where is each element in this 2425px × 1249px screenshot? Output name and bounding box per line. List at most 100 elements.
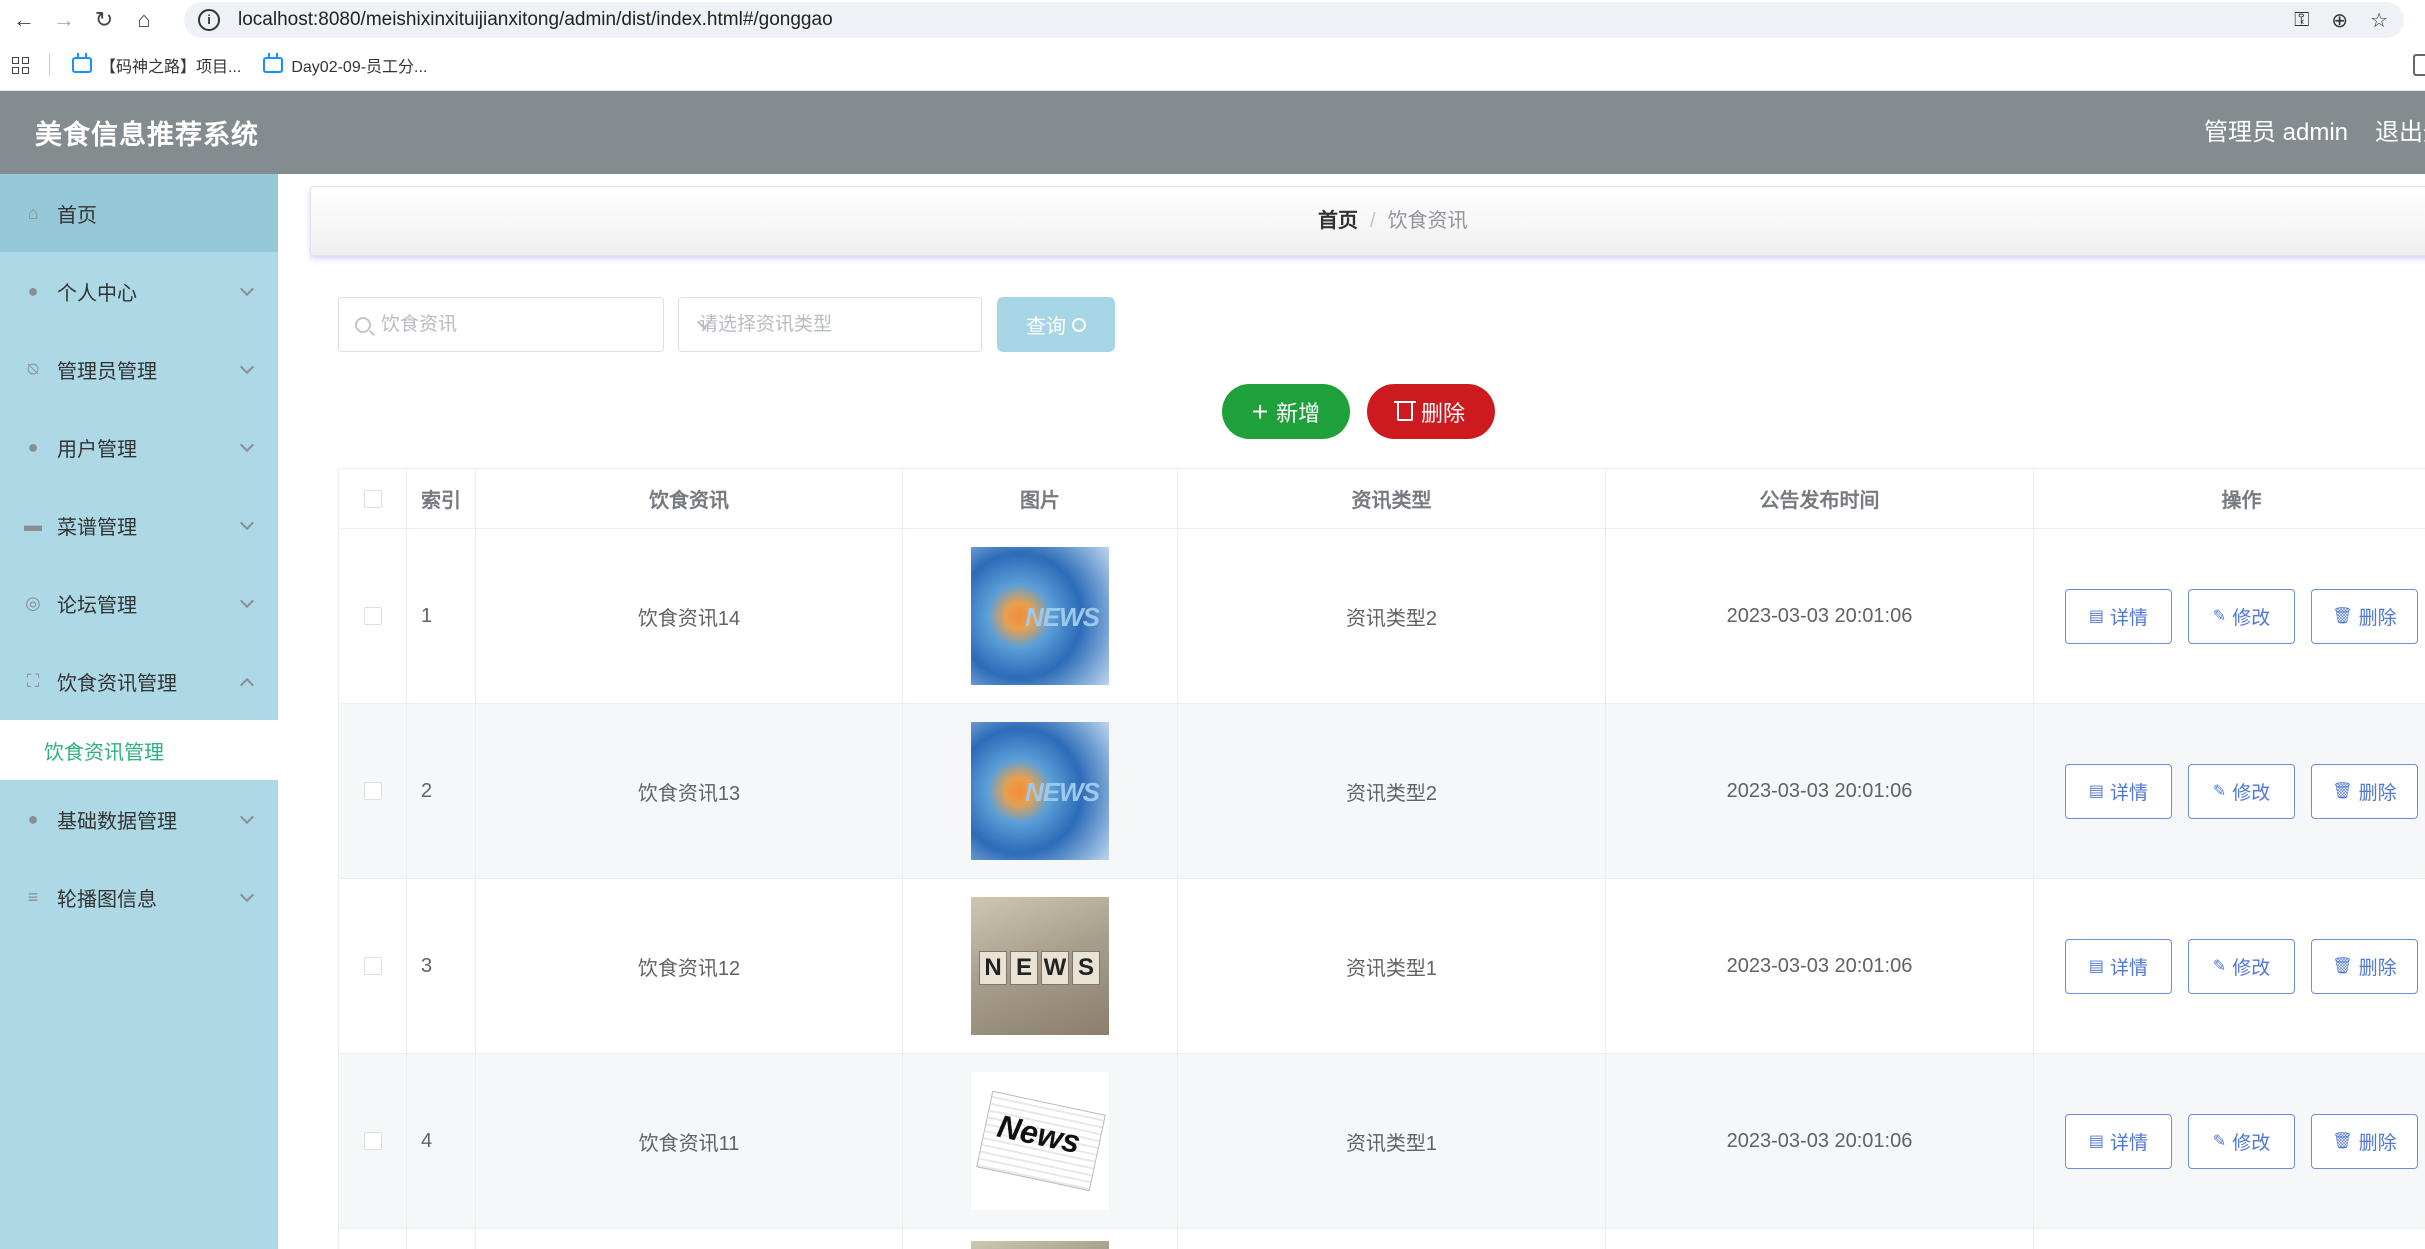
- sidebar: ⌂ 首页 ● 个人中心 ⍉ 管理员管理 ● 用户管理 ▬ 菜谱管理 ◎ 论坛管理…: [0, 174, 278, 1249]
- user-icon: ●: [27, 280, 39, 301]
- row-actions: ▤ 详情 ✎ 修改 🗑 删除: [2034, 704, 2425, 878]
- search-input[interactable]: [381, 313, 641, 336]
- detail-button[interactable]: ▤ 详情: [2065, 1113, 2172, 1169]
- current-user: 管理员 admin: [2204, 119, 2349, 146]
- search-field[interactable]: [338, 297, 664, 352]
- document-icon: ▤: [2088, 1133, 2105, 1150]
- edit-icon: ✎: [2212, 1133, 2227, 1150]
- breadcrumb-home[interactable]: 首页: [1318, 210, 1358, 232]
- zoom-icon[interactable]: ⊕: [2331, 8, 2348, 33]
- breadcrumb-separator: /: [1370, 210, 1376, 232]
- sidebar-item-home[interactable]: ⌂ 首页: [0, 174, 278, 252]
- news-thumbnail[interactable]: NEWS: [971, 722, 1109, 860]
- home-icon: ⌂: [27, 202, 39, 223]
- row-time: 2023-03-03 20:01:06: [1606, 1054, 2034, 1228]
- select-all-checkbox[interactable]: [363, 489, 382, 508]
- row-checkbox[interactable]: [363, 957, 382, 975]
- sidebar-item-label: 个人中心: [57, 282, 137, 305]
- address-bar[interactable]: i localhost:8080/meishixinxituijianxiton…: [184, 2, 2404, 38]
- delete-label: 删除: [2358, 957, 2397, 979]
- add-button[interactable]: + 新增: [1222, 384, 1350, 439]
- news-type-select[interactable]: 请选择资讯类型: [678, 297, 982, 352]
- sidebar-item-recipe-management[interactable]: ▬ 菜谱管理: [0, 486, 278, 564]
- table-row: 1 饮食资讯14 NEWS 资讯类型2 2023-03-03 20:01:06 …: [339, 529, 2425, 704]
- forward-icon[interactable]: →: [48, 4, 80, 36]
- news-thumbnail[interactable]: NEWS: [971, 547, 1109, 685]
- sidebar-item-label: 首页: [57, 204, 97, 227]
- row-type: 资讯类型1: [1178, 879, 1606, 1053]
- home-icon[interactable]: ⌂: [128, 4, 160, 36]
- bookmark-label: 【码神之路】项目...: [100, 59, 242, 76]
- edit-icon: ✎: [2212, 783, 2227, 800]
- query-button[interactable]: 查询: [997, 297, 1115, 352]
- sidebar-item-base-data-management[interactable]: ● 基础数据管理: [0, 780, 278, 858]
- bookmark-item[interactable]: Day02-09-员工分...: [263, 53, 427, 77]
- apps-icon[interactable]: [12, 56, 29, 74]
- delete-button[interactable]: 🗑 删除: [2311, 588, 2418, 644]
- news-table: 索引 饮食资讯 图片 资讯类型 公告发布时间 操作 1 饮食资讯14 NEWS …: [338, 468, 2425, 1249]
- edit-button[interactable]: ✎ 修改: [2188, 588, 2295, 644]
- delete-button[interactable]: 🗑 删除: [2311, 1113, 2418, 1169]
- column-header-index: 索引: [407, 469, 476, 528]
- back-icon[interactable]: ←: [8, 4, 40, 36]
- row-type: 资讯类型2: [1178, 529, 1606, 703]
- add-button-label: 新增: [1276, 400, 1321, 426]
- breadcrumb-current: 饮食资讯: [1387, 210, 1468, 232]
- detail-button[interactable]: ▤ 详情: [2065, 588, 2172, 644]
- row-index: 3: [407, 879, 476, 1053]
- sidebar-item-carousel-info[interactable]: ≡ 轮播图信息: [0, 858, 278, 936]
- detail-button[interactable]: ▤ 详情: [2065, 763, 2172, 819]
- edit-button[interactable]: ✎ 修改: [2188, 1113, 2295, 1169]
- row-title: 饮食资讯13: [476, 704, 903, 878]
- sidebar-item-admin-management[interactable]: ⍉ 管理员管理: [0, 330, 278, 408]
- logout-link[interactable]: 退出登录: [2375, 91, 2425, 174]
- url-text[interactable]: localhost:8080/meishixinxituijianxitong/…: [238, 9, 833, 31]
- plus-icon: +: [1251, 395, 1269, 427]
- bell-off-icon: ⍉: [27, 358, 39, 379]
- row-index: [407, 1229, 476, 1249]
- header-checkbox-cell: [339, 469, 407, 528]
- breadcrumb-bar: 首页 / 饮食资讯: [310, 186, 2425, 256]
- delete-button[interactable]: 🗑 删除: [2311, 763, 2418, 819]
- delete-button[interactable]: 🗑 删除: [2311, 938, 2418, 994]
- trash-icon: 🗑: [2332, 1133, 2353, 1150]
- detail-button[interactable]: ▤ 详情: [2065, 938, 2172, 994]
- row-title: [476, 1229, 903, 1249]
- news-thumbnail[interactable]: NEWS: [971, 897, 1109, 1035]
- select-placeholder: 请选择资讯类型: [699, 314, 833, 335]
- row-type: 资讯类型2: [1178, 704, 1606, 878]
- edit-button[interactable]: ✎ 修改: [2188, 763, 2295, 819]
- sidebar-item-user-management[interactable]: ● 用户管理: [0, 408, 278, 486]
- bookmark-item[interactable]: 【码神之路】项目...: [72, 53, 241, 77]
- star-icon[interactable]: ☆: [2370, 8, 2388, 33]
- sidebar-item-personal-center[interactable]: ● 个人中心: [0, 252, 278, 330]
- reload-icon[interactable]: ↻: [88, 4, 120, 36]
- other-bookmarks-icon[interactable]: [2413, 54, 2425, 76]
- news-thumbnail[interactable]: News: [971, 1072, 1109, 1210]
- sidebar-item-forum-management[interactable]: ◎ 论坛管理: [0, 564, 278, 642]
- row-actions: ▤ 详情 ✎ 修改 🗑 删除: [2034, 879, 2425, 1053]
- sidebar-item-news-management[interactable]: ⛶ 饮食资讯管理: [0, 642, 278, 720]
- search-icon: [355, 316, 371, 333]
- row-checkbox[interactable]: [363, 782, 382, 800]
- row-actions: ▤ 详情 ✎ 修改 🗑 删除: [2034, 1054, 2425, 1228]
- batch-delete-button[interactable]: 删除: [1367, 384, 1495, 439]
- news-thumbnail[interactable]: [971, 1241, 1109, 1249]
- row-checkbox[interactable]: [363, 1132, 382, 1150]
- row-actions: [2034, 1229, 2425, 1249]
- row-type: 资讯类型1: [1178, 1054, 1606, 1228]
- key-icon[interactable]: ⚿: [2294, 9, 2309, 32]
- row-image-cell: NEWS: [903, 879, 1178, 1053]
- chevron-down-icon: [239, 887, 255, 903]
- row-time: 2023-03-03 20:01:06: [1606, 879, 2034, 1053]
- user-solid-icon: ●: [27, 808, 39, 829]
- site-info-icon[interactable]: i: [198, 9, 220, 31]
- app-title: 美食信息推荐系统: [35, 120, 259, 150]
- browser-toolbar: ← → ↻ ⌂ i localhost:8080/meishixinxituij…: [0, 0, 2425, 40]
- edit-button[interactable]: ✎ 修改: [2188, 938, 2295, 994]
- breadcrumb: 首页 / 饮食资讯: [1318, 187, 1468, 255]
- detail-label: 详情: [2110, 782, 2149, 804]
- row-title: 饮食资讯12: [476, 879, 903, 1053]
- row-checkbox[interactable]: [363, 607, 382, 625]
- submenu-item-news-management[interactable]: 饮食资讯管理: [0, 720, 278, 780]
